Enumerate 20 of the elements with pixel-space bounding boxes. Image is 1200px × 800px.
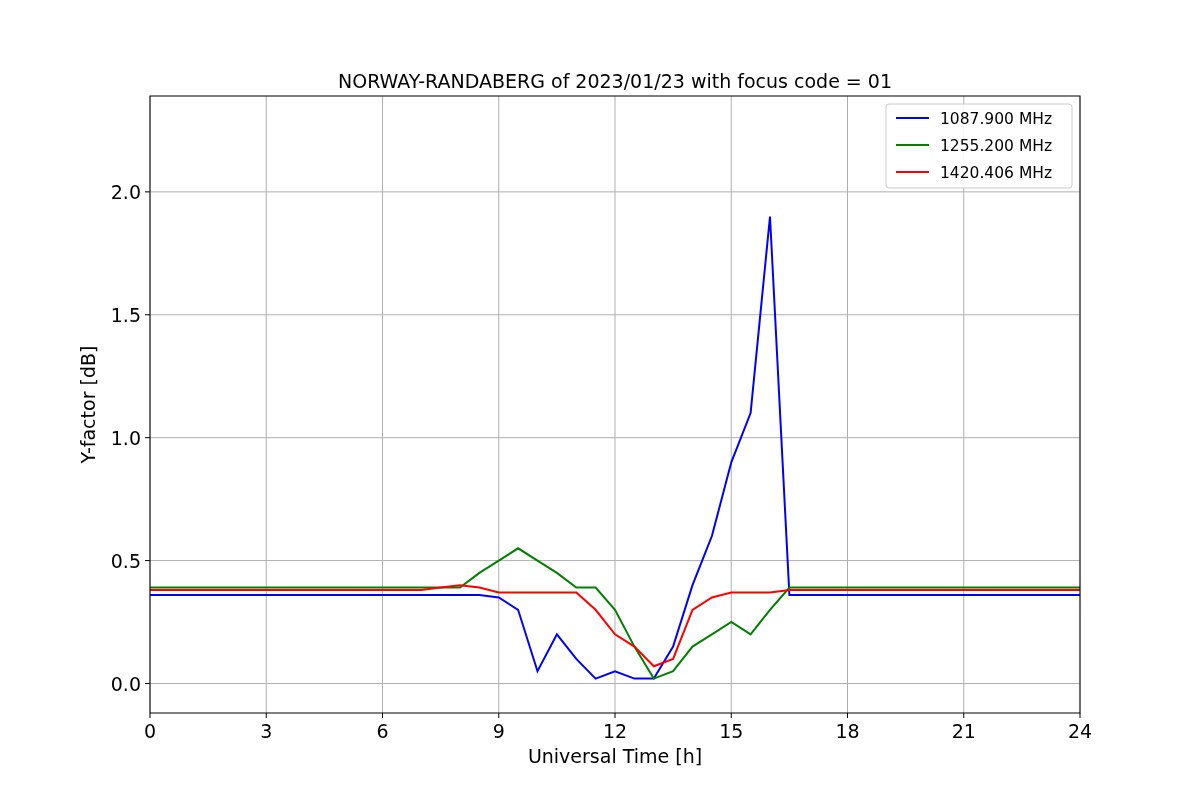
legend-label: 1255.200 MHz	[940, 137, 1053, 155]
y-axis-label: Y-factor [dB]	[77, 345, 99, 464]
y-tick-label: 1.5	[110, 303, 141, 326]
legend-label: 1420.406 MHz	[940, 164, 1053, 182]
y-tick-label: 1.0	[110, 426, 141, 449]
x-tick-label: 3	[260, 720, 273, 742]
x-tick-label: 18	[835, 720, 860, 742]
x-tick-label: 12	[602, 720, 628, 742]
x-tick-label: 15	[719, 720, 744, 742]
x-tick-label: 24	[1067, 720, 1093, 742]
y-tick-label: 0.0	[110, 672, 141, 695]
y-tick-label: 0.5	[110, 549, 141, 572]
x-tick-label: 0	[143, 720, 157, 742]
x-tick-label: 21	[951, 720, 976, 742]
x-tick-label: 6	[376, 720, 389, 742]
legend-label: 1087.900 MHz	[940, 110, 1053, 128]
x-tick-label: 9	[492, 720, 505, 742]
x-axis-label: Universal Time [h]	[527, 745, 703, 767]
y-tick-label: 2.0	[110, 180, 141, 203]
chart-title: NORWAY-RANDABERG of 2023/01/23 with focus code = 01	[338, 70, 892, 92]
